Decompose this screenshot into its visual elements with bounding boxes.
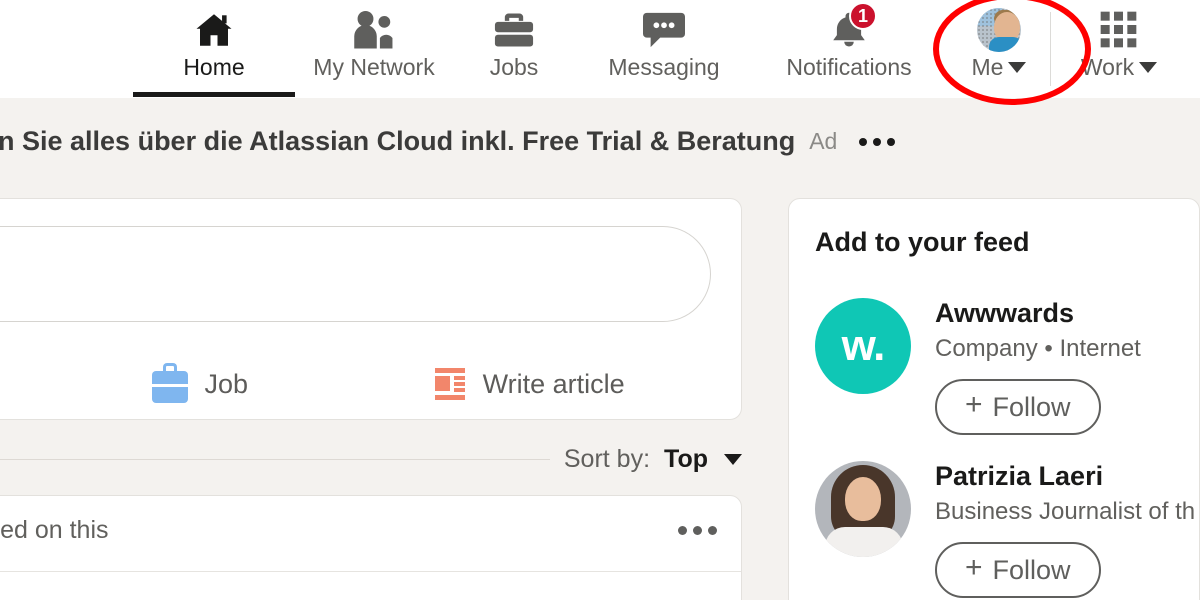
plus-icon: +	[965, 551, 983, 584]
nav-label-row: Messaging	[608, 56, 719, 79]
grid-apps-icon	[1099, 10, 1139, 50]
add-to-feed-entry: w. Awwwards Company • Internet + Follow	[815, 298, 1173, 435]
ad-content[interactable]: n Sie alles über die Atlassian Cloud ink…	[0, 126, 896, 157]
nav-item-label: Work	[1080, 54, 1135, 80]
active-tab-underline	[133, 92, 295, 97]
follow-button[interactable]: + Follow	[935, 379, 1101, 435]
person-photo-avatar[interactable]	[815, 461, 911, 557]
share-action-label: Write article	[482, 368, 625, 399]
bell-icon-wrap: 1	[827, 2, 877, 56]
follow-button[interactable]: + Follow	[935, 542, 1101, 598]
article-icon	[433, 368, 467, 400]
post-options-icon[interactable]	[678, 526, 717, 535]
follow-button-label: Follow	[992, 554, 1071, 585]
people-icon-wrap	[350, 4, 398, 56]
chat-bubble-icon-wrap	[641, 4, 687, 56]
nav-item-label: Notifications	[786, 54, 912, 80]
chevron-down-icon[interactable]	[1008, 62, 1027, 73]
entry-name[interactable]: Patrizia Laeri	[935, 461, 1173, 492]
briefcase-icon-wrap	[492, 4, 536, 56]
nav-label-row: Notifications	[786, 56, 911, 79]
ad-label: Ad	[809, 128, 838, 154]
feed-sort-row: Sort by: Top	[0, 445, 742, 474]
ad-options-icon[interactable]	[859, 137, 896, 146]
nav-item-label: Messaging	[608, 54, 720, 80]
follow-button-label: Follow	[992, 391, 1071, 422]
nav-divider	[1050, 12, 1051, 86]
linkedin-feed-screen: Home My Network Jobs Messaging 1 Notification…	[0, 0, 1200, 600]
chevron-down-icon[interactable]	[724, 454, 742, 465]
add-to-feed-entry: Patrizia Laeri Business Journalist of th +…	[815, 461, 1196, 598]
home-icon	[191, 9, 237, 51]
feed-column: VideoJobWrite article	[0, 198, 742, 420]
feed-post-card: technology commented on this	[0, 495, 742, 600]
add-to-feed-card: Add to your feed w. Awwwards Company • Int…	[788, 198, 1200, 600]
chevron-down-icon[interactable]	[1139, 62, 1158, 73]
entry-subtitle: Company • Internet	[935, 335, 1141, 362]
nav-item-messaging[interactable]: Messaging	[574, 0, 754, 98]
nav-label-row: Me	[972, 56, 1027, 79]
nav-item-jobs[interactable]: Jobs	[454, 0, 574, 98]
entry-body: Patrizia Laeri Business Journalist of th +…	[935, 461, 1196, 598]
add-to-feed-list: w. Awwwards Company • Internet + Follow Patri…	[815, 298, 1196, 598]
entry-subtitle: Business Journalist of th	[935, 498, 1196, 525]
start-a-post-input[interactable]	[0, 226, 711, 322]
post-context-action: commented on this	[0, 516, 109, 544]
sort-by-label: Sort by:	[563, 445, 651, 473]
share-action-write-article[interactable]: Write article	[433, 368, 625, 400]
briefcase-icon	[492, 9, 536, 51]
grid-apps-icon-wrap	[1099, 4, 1139, 56]
nav-item-my-network[interactable]: My Network	[294, 0, 454, 98]
logo-text: w.	[841, 321, 886, 370]
nav-item-label: Jobs	[489, 54, 539, 80]
ad-banner: n Sie alles über die Atlassian Cloud ink…	[0, 98, 1200, 188]
sort-by-value[interactable]: Top	[664, 445, 708, 474]
nav-item-me[interactable]: Me	[944, 0, 1054, 98]
plus-icon: +	[965, 388, 983, 421]
navbar-items: Home My Network Jobs Messaging 1 Notification…	[133, 0, 1184, 98]
share-box-card: VideoJobWrite article	[0, 198, 742, 420]
people-icon	[350, 9, 398, 51]
nav-item-label: Me	[971, 54, 1004, 80]
post-context-row: technology commented on this	[0, 516, 717, 545]
ad-headline: n Sie alles über die Atlassian Cloud ink…	[0, 126, 796, 156]
home-icon-wrap	[191, 4, 237, 56]
job-briefcase-icon	[152, 363, 189, 403]
share-action-row: VideoJobWrite article	[0, 363, 717, 403]
nav-label-row: Home	[183, 56, 244, 79]
nav-item-label: Home	[183, 54, 245, 80]
nav-item-notifications[interactable]: 1 Notifications	[754, 0, 944, 98]
share-action-label: Job	[204, 368, 249, 399]
nav-item-home[interactable]: Home	[133, 0, 295, 98]
entry-body: Awwwards Company • Internet + Follow	[935, 298, 1173, 435]
nav-item-label: My Network	[313, 54, 435, 80]
share-action-job[interactable]: Job	[152, 363, 249, 403]
entry-name[interactable]: Awwwards	[935, 298, 1173, 329]
post-context-text: technology commented on this	[0, 516, 109, 545]
sort-divider-line	[0, 459, 550, 460]
entity-logo-avatar[interactable]: w.	[815, 298, 911, 394]
chat-bubble-icon	[641, 9, 687, 51]
profile-avatar-wrap	[977, 4, 1021, 56]
profile-avatar	[977, 8, 1021, 52]
nav-label-row: My Network	[313, 56, 434, 79]
nav-label-row: Work	[1080, 54, 1158, 80]
post-divider	[0, 571, 741, 572]
nav-item-work[interactable]: Work	[1050, 0, 1184, 98]
notification-badge: 1	[849, 2, 877, 30]
add-to-feed-title: Add to your feed	[815, 227, 1030, 257]
global-navbar: Home My Network Jobs Messaging 1 Notification…	[0, 0, 1200, 98]
nav-label-row: Jobs	[490, 56, 539, 79]
